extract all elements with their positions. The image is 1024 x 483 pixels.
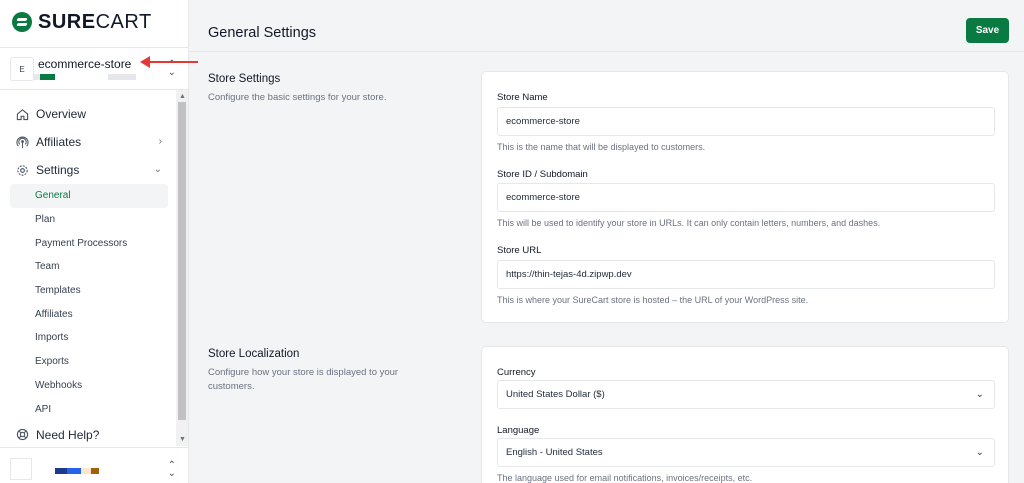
logo-text: SURECART bbox=[38, 10, 152, 33]
sidebar-subitem-general[interactable]: General bbox=[10, 184, 168, 208]
home-icon bbox=[15, 107, 29, 121]
chevron-down-icon: ⌄ bbox=[975, 447, 984, 458]
sidebar-subitem-payment-processors[interactable]: Payment Processors bbox=[0, 231, 176, 255]
scroll-up-icon[interactable]: ▲ bbox=[179, 93, 186, 100]
gear-icon bbox=[15, 163, 29, 177]
store-settings-card: Store Name ecommerce-store This is the n… bbox=[481, 71, 1009, 323]
sidebar-item-settings[interactable]: Settings ⌄ bbox=[0, 156, 176, 184]
store-settings-description: Configure the basic settings for your st… bbox=[208, 92, 387, 103]
sidebar-item-label: Overview bbox=[36, 107, 87, 121]
store-name-input[interactable]: ecommerce-store bbox=[497, 107, 995, 136]
sidebar-subitem-plan[interactable]: Plan bbox=[0, 208, 176, 232]
lifebuoy-icon bbox=[15, 428, 29, 442]
language-value: English - United States bbox=[506, 447, 603, 458]
sidebar-subitem-exports[interactable]: Exports bbox=[0, 350, 176, 374]
sidebar-subitem-team[interactable]: Team bbox=[0, 255, 176, 279]
scroll-down-icon[interactable]: ▼ bbox=[179, 436, 186, 443]
sidebar-item-overview[interactable]: Overview bbox=[0, 100, 176, 128]
sidebar-item-affiliates[interactable]: Affiliates › bbox=[0, 128, 176, 156]
sidebar-nav: Overview Affiliates › Settings ⌄ General… bbox=[0, 100, 176, 449]
save-button[interactable]: Save bbox=[966, 18, 1009, 43]
sidebar-subitem-templates[interactable]: Templates bbox=[0, 279, 176, 303]
store-localization-card: Currency United States Dollar ($) ⌄ Lang… bbox=[481, 346, 1009, 483]
sidebar-subitem-webhooks[interactable]: Webhooks bbox=[0, 374, 176, 398]
store-url-label: Store URL bbox=[497, 245, 542, 256]
sidebar-subitem-api[interactable]: API bbox=[0, 397, 176, 421]
sidebar-item-label: Need Help? bbox=[36, 427, 100, 442]
currency-select[interactable]: United States Dollar ($) ⌄ bbox=[497, 380, 995, 409]
store-settings-title: Store Settings bbox=[208, 73, 281, 85]
store-meta-bar-secondary bbox=[108, 74, 136, 80]
sidebar-subitem-affiliates[interactable]: Affiliates bbox=[0, 302, 176, 326]
store-url-help: This is where your SureCart store is hos… bbox=[497, 295, 809, 305]
sidebar-item-help[interactable]: Need Help? bbox=[0, 421, 176, 449]
store-id-label: Store ID / Subdomain bbox=[497, 169, 588, 180]
scrollbar-thumb[interactable] bbox=[178, 102, 186, 420]
store-name-label: Store Name bbox=[497, 92, 548, 103]
store-id-help: This will be used to identify your store… bbox=[497, 218, 881, 228]
language-select[interactable]: English - United States ⌄ bbox=[497, 438, 995, 467]
page-title: General Settings bbox=[208, 25, 317, 41]
store-name-help: This is the name that will be displayed … bbox=[497, 142, 706, 152]
store-localization-description: Configure how your store is displayed to… bbox=[208, 367, 399, 392]
surecart-logo[interactable]: SURECART bbox=[12, 10, 152, 34]
store-avatar: E bbox=[10, 57, 34, 81]
language-help: The language used for email notification… bbox=[497, 473, 753, 483]
currency-value: United States Dollar ($) bbox=[506, 389, 605, 400]
chevron-right-icon: › bbox=[158, 136, 162, 147]
sidebar-subitem-imports[interactable]: Imports bbox=[0, 326, 176, 350]
store-localization-title: Store Localization bbox=[208, 348, 300, 360]
user-switcher[interactable]: ⌃ ⌄ bbox=[0, 447, 188, 483]
user-meta-bar bbox=[55, 468, 99, 474]
chevron-down-icon: ⌄ bbox=[975, 389, 984, 400]
sidebar-item-label: Settings bbox=[36, 163, 80, 177]
chevron-down-icon: ⌄ bbox=[153, 164, 162, 175]
chevron-up-down-icon: ⌃ ⌄ bbox=[167, 460, 176, 479]
store-url-input[interactable]: https://thin-tejas-4d.zipwp.dev bbox=[497, 260, 995, 289]
broadcast-icon bbox=[15, 135, 29, 149]
language-label: Language bbox=[497, 425, 540, 436]
avatar bbox=[10, 458, 32, 480]
store-name: ecommerce-store bbox=[38, 57, 132, 71]
store-id-input[interactable]: ecommerce-store bbox=[497, 183, 995, 212]
page-header: General Settings Save bbox=[189, 0, 1024, 52]
sidebar: SURECART E ecommerce-store ⌃ ⌄ Overview A… bbox=[0, 0, 198, 483]
store-meta-bar bbox=[40, 74, 55, 80]
sidebar-scrollbar[interactable]: ▲ ▼ bbox=[176, 90, 188, 446]
currency-label: Currency bbox=[497, 367, 536, 378]
annotation-arrow-icon bbox=[140, 56, 198, 68]
surecart-logo-icon bbox=[12, 12, 32, 32]
sidebar-item-label: Affiliates bbox=[36, 135, 82, 149]
